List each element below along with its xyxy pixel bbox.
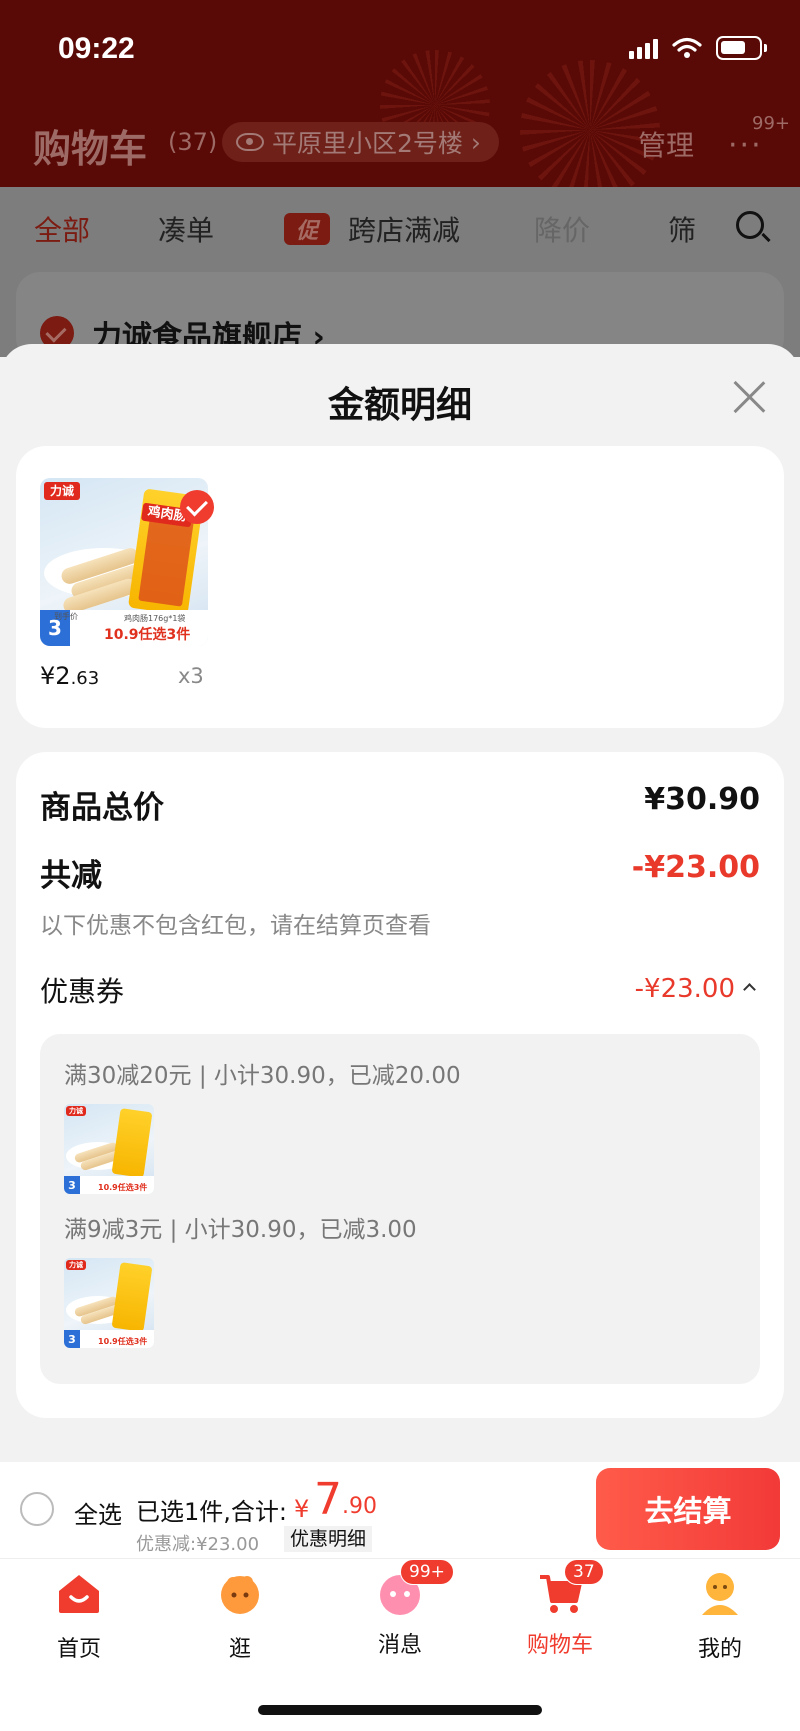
home-indicator[interactable] [258,1705,542,1715]
tab-cross-store[interactable]: 跨店满减 [348,209,460,249]
promo-badge: 促 [284,213,330,245]
coupon-toggle[interactable]: -¥23.00 [634,974,756,1004]
sheet-title: 金额明细 [327,385,472,426]
tab-browse[interactable]: 逛 [185,1569,295,1663]
total-amount: 7 [314,1474,342,1525]
discount-detail-link[interactable]: 优惠明细 [284,1526,373,1552]
message-badge: 99+ [400,1559,454,1585]
brand-logo: 力诚 [44,482,80,500]
address-selector[interactable]: 平原里小区2号楼 › [222,122,499,162]
tab-combine[interactable]: 凑单 [158,209,214,249]
tab-home[interactable]: 首页 [24,1569,134,1663]
total-decimals: .90 [342,1494,377,1519]
coupon-product-thumbnail: 力诚 3 10.9任选3件 [64,1258,154,1348]
product-price: ¥2.63 [40,662,100,690]
tab-label: 消息 [377,1633,422,1658]
total-value: ¥30.90 [644,782,760,817]
coupon-rule: 满9减3元 | 小计30.90，已减3.00 [64,1217,417,1243]
coupon-value: -¥23.00 [634,974,735,1004]
discount-note: 以下优惠不包含红包，请在结算页查看 [40,913,431,939]
tab-profile[interactable]: 我的 [665,1569,775,1663]
price-breakdown-card: 商品总价 ¥30.90 共减 -¥23.00 以下优惠不包含红包，请在结算页查看… [16,752,784,1418]
coupon-details: 满30减20元 | 小计30.90，已减20.00 力诚 3 10.9任选3件 … [40,1034,760,1384]
filter-tabs: 全部 凑单 促 跨店满减 降价 筛 [0,187,800,267]
status-icons [629,36,767,60]
selection-summary: 已选1件,合计: [136,1498,287,1526]
tab-label: 首页 [56,1637,101,1662]
chevron-up-icon [743,983,756,996]
coupon-label: 优惠券 [40,975,125,1008]
checkout-bar: 全选 已选1件,合计: ¥ 7 .90 优惠减:¥23.00 优惠明细 去结算 [0,1462,800,1558]
select-all-label[interactable]: 全选 [74,1495,122,1530]
discount-summary: 优惠减:¥23.00 [136,1534,260,1555]
tab-label: 我的 [697,1637,742,1662]
total-label: 商品总价 [40,790,164,826]
signal-icon [629,37,658,59]
close-icon[interactable] [730,378,768,416]
reduction-value: -¥23.00 [631,850,760,885]
tab-filter[interactable]: 筛 [668,209,696,249]
product-card: 鸡肉肠 力诚 3 到手价 3.63/件 鸡肉肠176g*1袋 10.9任选3件 … [16,446,784,728]
product-quantity: x3 [178,664,204,688]
tab-label: 购物车 [526,1633,593,1658]
manage-button[interactable]: 管理 [638,124,694,164]
cart-count: (37) [168,128,218,156]
page-title: 购物车 [33,127,148,171]
battery-icon [716,36,767,60]
tab-label: 逛 [228,1637,251,1662]
selected-check-icon [180,490,214,524]
home-icon [59,1575,99,1613]
tab-price-drop[interactable]: 降价 [534,209,590,249]
cart-badge: 37 [564,1559,604,1585]
tab-all[interactable]: 全部 [34,209,90,249]
coupon-product-thumbnail: 力诚 3 10.9任选3件 [64,1104,154,1194]
more-badge: 99+ [752,113,790,134]
wifi-icon [672,37,702,58]
profile-icon [702,1573,738,1615]
coupon-rule: 满30减20元 | 小计30.90，已减20.00 [64,1063,461,1089]
chevron-right-icon: › [470,127,481,157]
tab-messages[interactable]: 99+ 消息 [345,1559,455,1659]
app-header-dimmed: 09:22 购物车 (37) 平原里小区2号楼 › 管理 ··· 99+ [0,0,800,187]
amount-detail-sheet: 金额明细 鸡肉肠 力诚 3 到手价 3.63/件 鸡肉肠176g*1袋 10.9… [0,344,800,1462]
checkout-button[interactable]: 去结算 [596,1468,780,1550]
reduction-label: 共减 [40,858,102,894]
status-time: 09:22 [58,32,135,65]
tab-cart[interactable]: 37 购物车 [505,1559,615,1659]
search-icon[interactable] [736,211,764,239]
address-text: 平原里小区2号楼 [272,129,463,158]
select-all-checkbox[interactable] [20,1492,54,1526]
browse-icon [221,1576,259,1614]
eye-icon [236,133,264,151]
total-currency: ¥ [294,1495,310,1523]
